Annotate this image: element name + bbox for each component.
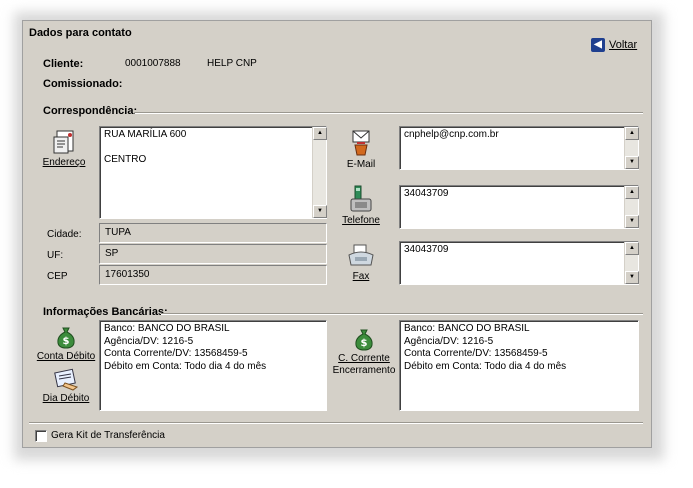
right-line-4: Débito em Conta: Todo dia 4 do mês xyxy=(404,360,567,372)
scroll-up-icon[interactable]: ▲ xyxy=(625,242,639,255)
address-line-2 xyxy=(104,142,322,155)
cliente-name: HELP CNP xyxy=(207,58,257,69)
cliente-label: Cliente: xyxy=(43,58,84,70)
telefone-scrollbar[interactable]: ▲ ▼ xyxy=(624,186,639,228)
cidade-field: TUPA xyxy=(99,223,327,243)
left-line-3: Conta Corrente/DV: 13568459-5 xyxy=(104,348,248,359)
email-value: cnphelp@cnp.com.br xyxy=(404,129,499,140)
uf-field: SP xyxy=(99,244,327,264)
cc-encerramento-button[interactable]: $ C. Corrente Encerramento xyxy=(331,327,397,377)
divider xyxy=(135,112,643,114)
envelope-icon xyxy=(352,130,370,156)
telefone-label: Telefone xyxy=(342,215,380,226)
email-textarea[interactable]: cnphelp@cnp.com.br ▲ ▼ xyxy=(399,126,639,170)
email-button[interactable]: E-Mail xyxy=(339,129,383,171)
address-line-3: CENTRO xyxy=(104,154,147,165)
address-card-icon xyxy=(53,130,74,154)
comissionado-label: Comissionado: xyxy=(43,78,123,90)
fax-button[interactable]: Fax xyxy=(339,243,383,283)
conta-debito-label: Conta Débito xyxy=(36,351,96,362)
scroll-up-icon[interactable]: ▲ xyxy=(625,186,639,199)
dia-debito-button[interactable]: Dia Débito xyxy=(37,367,95,405)
fax-scrollbar[interactable]: ▲ ▼ xyxy=(624,242,639,284)
fax-value: 34043709 xyxy=(404,244,449,255)
cc-encerramento-label-2: Encerramento xyxy=(332,365,396,376)
telefone-button[interactable]: Telefone xyxy=(339,185,383,227)
conta-debito-button[interactable]: $ Conta Débito xyxy=(35,325,97,363)
divider xyxy=(161,313,643,315)
dia-debito-label: Dia Débito xyxy=(42,393,90,404)
voltar-label: Voltar xyxy=(609,39,638,51)
scroll-down-icon[interactable]: ▼ xyxy=(313,205,327,218)
address-line-1: RUA MARÍLIA 600 xyxy=(104,129,187,140)
right-line-3: Conta Corrente/DV: 13568459-5 xyxy=(404,348,548,359)
scroll-up-icon[interactable]: ▲ xyxy=(625,127,639,140)
uf-value: SP xyxy=(105,248,119,259)
email-label: E-Mail xyxy=(346,159,376,170)
contact-dialog: Dados para contato ◀ Voltar Cliente: 000… xyxy=(22,20,652,448)
correspondencia-heading: Correspondência: xyxy=(43,105,138,117)
scroll-down-icon[interactable]: ▼ xyxy=(625,271,639,284)
scroll-up-icon[interactable]: ▲ xyxy=(313,127,327,140)
calendar-hand-icon xyxy=(54,368,79,391)
cc-encerramento-textarea[interactable]: Banco: BANCO DO BRASIL Agência/DV: 1216-… xyxy=(399,320,639,411)
address-textarea[interactable]: RUA MARÍLIA 600 CENTRO ▲ ▼ xyxy=(99,126,327,219)
left-line-1: Banco: BANCO DO BRASIL xyxy=(104,323,230,334)
address-scrollbar[interactable]: ▲ ▼ xyxy=(312,127,327,218)
cidade-label: Cidade: xyxy=(47,229,82,240)
right-line-2: Agência/DV: 1216-5 xyxy=(404,335,494,347)
bancarias-heading: Informações Bancárias: xyxy=(43,306,168,318)
cep-value: 17601350 xyxy=(105,269,150,280)
telefone-textarea[interactable]: 34043709 ▲ ▼ xyxy=(399,185,639,229)
voltar-button[interactable]: ◀ Voltar xyxy=(591,38,637,52)
money-bag-icon: $ xyxy=(355,329,373,351)
gera-kit-label[interactable]: Gera Kit de Transferência xyxy=(51,430,165,441)
divider xyxy=(29,422,643,424)
scroll-down-icon[interactable]: ▼ xyxy=(625,215,639,228)
fax-textarea[interactable]: 34043709 ▲ ▼ xyxy=(399,241,639,285)
money-bag-icon: $ xyxy=(57,327,75,349)
back-arrow-icon: ◀ xyxy=(591,38,605,52)
dialog-title: Dados para contato xyxy=(29,27,132,39)
cc-encerramento-label-1: C. Corrente xyxy=(338,353,390,364)
gera-kit-checkbox[interactable] xyxy=(35,430,47,442)
right-line-1: Banco: BANCO DO BRASIL xyxy=(404,323,530,334)
cep-field: 17601350 xyxy=(99,265,327,285)
left-line-2: Agência/DV: 1216-5 xyxy=(104,335,194,347)
conta-debito-textarea[interactable]: Banco: BANCO DO BRASIL Agência/DV: 1216-… xyxy=(99,320,327,411)
cliente-code: 0001007888 xyxy=(125,58,181,69)
left-line-4: Débito em Conta: Todo dia 4 do mês xyxy=(104,360,267,372)
endereco-button[interactable]: Endereço xyxy=(39,129,89,169)
svg-text:$: $ xyxy=(361,338,368,349)
telefone-value: 34043709 xyxy=(404,188,449,199)
scroll-down-icon[interactable]: ▼ xyxy=(625,156,639,169)
svg-text:$: $ xyxy=(63,336,70,347)
cep-label: CEP xyxy=(47,271,68,282)
email-scrollbar[interactable]: ▲ ▼ xyxy=(624,127,639,169)
fax-machine-icon xyxy=(348,244,374,266)
phone-icon xyxy=(350,185,372,212)
cidade-value: TUPA xyxy=(105,227,131,238)
fax-label: Fax xyxy=(352,271,370,282)
endereco-label: Endereço xyxy=(42,157,86,168)
uf-label: UF: xyxy=(47,250,64,261)
